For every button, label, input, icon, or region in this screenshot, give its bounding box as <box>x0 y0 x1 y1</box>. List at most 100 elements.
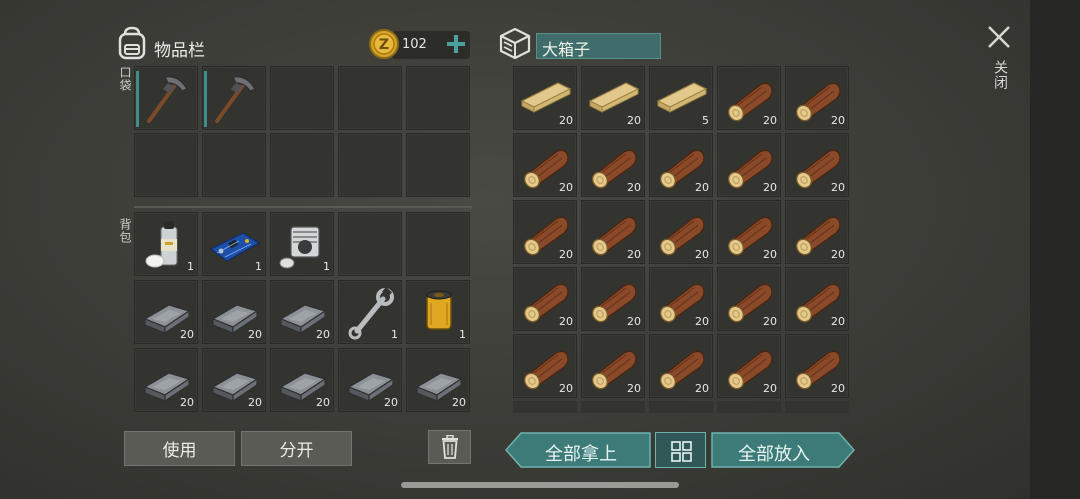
item-count: 20 <box>695 248 709 261</box>
item-count: 20 <box>695 181 709 194</box>
item-count: 20 <box>559 248 573 261</box>
trash-button[interactable] <box>428 430 471 464</box>
pocket-slot[interactable] <box>338 66 402 130</box>
chest-slot[interactable]: 20 <box>649 267 713 331</box>
item-count: 20 <box>763 248 777 261</box>
backpack-slot[interactable]: 20 <box>202 280 266 344</box>
coin-count: 102 <box>402 37 427 52</box>
chest-slot[interactable]: 20 <box>513 334 577 398</box>
coin-icon: Z <box>369 29 399 59</box>
chest-slot[interactable]: 20 <box>581 66 645 130</box>
split-button[interactable]: 分开 <box>241 431 352 466</box>
chest-slot[interactable]: 20 <box>717 200 781 264</box>
chest-slot[interactable]: 5 <box>649 66 713 130</box>
chest-slot[interactable]: 20 <box>785 267 849 331</box>
backpack-slot[interactable]: 20 <box>270 280 334 344</box>
chest-slot[interactable]: 20 <box>581 133 645 197</box>
chest-slot[interactable]: 20 <box>717 267 781 331</box>
pocket-slot[interactable] <box>338 133 402 197</box>
chest-slot[interactable]: 20 <box>581 200 645 264</box>
home-indicator <box>401 482 679 488</box>
right-edge-panel <box>1030 0 1080 499</box>
inventory-header: 物品栏 Z 102 <box>116 24 476 64</box>
backpack-slot[interactable]: 20 <box>134 348 198 412</box>
pocket-slot[interactable] <box>134 133 198 197</box>
backpack-slot[interactable]: 20 <box>338 348 402 412</box>
item-count: 20 <box>180 396 194 409</box>
pocket-label: 口袋 <box>118 66 132 92</box>
item-count: 20 <box>831 382 845 395</box>
item-count: 20 <box>559 315 573 328</box>
pocket-slot[interactable] <box>406 133 470 197</box>
item-count: 20 <box>452 396 466 409</box>
use-button[interactable]: 使用 <box>124 431 235 466</box>
backpack-slot[interactable]: 20 <box>406 348 470 412</box>
backpack-slot[interactable]: 20 <box>270 348 334 412</box>
item-count: 1 <box>459 328 466 341</box>
item-count: 20 <box>695 315 709 328</box>
item-count: 20 <box>248 396 262 409</box>
grid-icon <box>671 441 692 462</box>
backpack-slot[interactable]: 1 <box>338 280 402 344</box>
item-count: 20 <box>763 382 777 395</box>
backpack-slot[interactable]: 1 <box>134 212 198 276</box>
put-all-button[interactable]: 全部放入 <box>711 432 855 468</box>
chest-slot[interactable]: 20 <box>717 133 781 197</box>
item-count: 20 <box>831 315 845 328</box>
chest-slot[interactable]: 20 <box>649 133 713 197</box>
item-count: 20 <box>763 181 777 194</box>
chest-title: 大箱子 <box>542 40 591 59</box>
chest-slot[interactable]: 20 <box>581 334 645 398</box>
item-count: 20 <box>559 181 573 194</box>
add-coins-button[interactable] <box>442 30 470 58</box>
pocket-slot[interactable] <box>406 66 470 130</box>
plus-icon <box>447 35 465 53</box>
chest-slot[interactable]: 20 <box>513 133 577 197</box>
backpack-slot[interactable]: 20 <box>202 348 266 412</box>
chest-slot[interactable]: 20 <box>785 200 849 264</box>
backpack-icon <box>118 26 146 60</box>
backpack-slot[interactable]: 1 <box>406 280 470 344</box>
take-all-button[interactable]: 全部拿上 <box>505 432 651 468</box>
chest-slot[interactable]: 20 <box>785 334 849 398</box>
item-count: 20 <box>763 114 777 127</box>
take-all-label: 全部拿上 <box>545 444 617 465</box>
chest-slot[interactable]: 20 <box>717 66 781 130</box>
chest-icon <box>499 27 531 60</box>
backpack-slot[interactable]: 1 <box>270 212 334 276</box>
chest-header: 大箱子 <box>496 26 666 62</box>
item-count: 20 <box>627 181 641 194</box>
chest-slot[interactable]: 20 <box>649 200 713 264</box>
backpack-slot[interactable] <box>406 212 470 276</box>
pocket-slot[interactable] <box>202 66 266 130</box>
chest-slot[interactable]: 20 <box>649 334 713 398</box>
chest-slot[interactable]: 20 <box>513 66 577 130</box>
item-count: 20 <box>627 248 641 261</box>
pocket-slot[interactable] <box>134 66 198 130</box>
item-count: 20 <box>695 382 709 395</box>
chest-slot[interactable]: 20 <box>717 334 781 398</box>
chest-slot[interactable]: 20 <box>785 133 849 197</box>
chest-partial-row <box>513 401 849 413</box>
pocket-slot[interactable] <box>270 133 334 197</box>
item-count: 20 <box>559 382 573 395</box>
chest-slot[interactable]: 20 <box>513 267 577 331</box>
chest-slot[interactable]: 20 <box>581 267 645 331</box>
pocket-slot[interactable] <box>202 133 266 197</box>
chest-slot[interactable]: 20 <box>785 66 849 130</box>
backpack-slot[interactable] <box>338 212 402 276</box>
svg-text:Z: Z <box>379 37 389 53</box>
item-count: 20 <box>384 396 398 409</box>
item-count: 20 <box>559 114 573 127</box>
pickaxe-icon <box>215 76 256 123</box>
sort-button[interactable] <box>655 432 706 468</box>
backpack-slot[interactable]: 20 <box>134 280 198 344</box>
item-count: 20 <box>316 396 330 409</box>
chest-slot[interactable]: 20 <box>513 200 577 264</box>
pocket-slot[interactable] <box>270 66 334 130</box>
item-count: 1 <box>323 260 330 273</box>
item-count: 20 <box>831 114 845 127</box>
backpack-slot[interactable]: 1 <box>202 212 266 276</box>
item-count: 20 <box>627 382 641 395</box>
close-button[interactable]: 关闭 <box>984 24 1014 104</box>
